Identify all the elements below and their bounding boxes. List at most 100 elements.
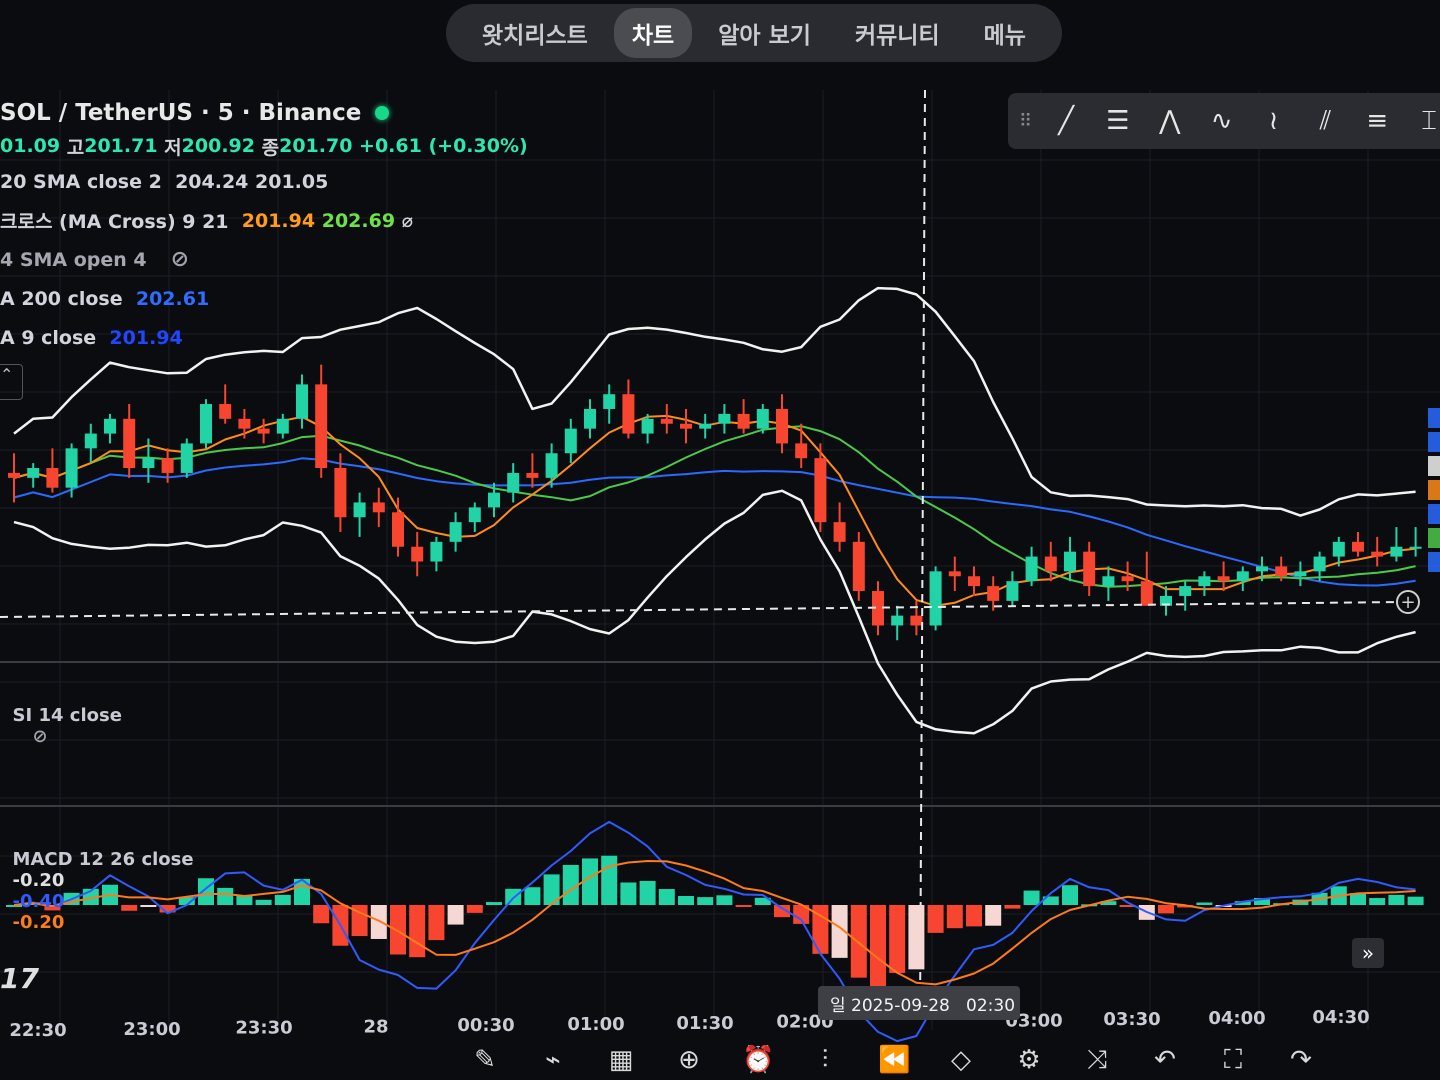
candle-body xyxy=(660,418,673,424)
add-icon[interactable]: ⊕ xyxy=(674,1045,704,1075)
macd-histogram-bar xyxy=(620,882,637,905)
macd-histogram-bar xyxy=(1407,896,1424,905)
hide-values-icon[interactable]: ⌀ xyxy=(402,210,413,232)
macd-histogram-bar xyxy=(850,905,867,978)
macd-histogram-bar xyxy=(1158,905,1174,914)
candle-body xyxy=(1275,566,1288,577)
candle-body xyxy=(315,384,328,469)
drag-handle-icon[interactable]: ⠿ xyxy=(1018,111,1033,132)
crosshair-horizontal xyxy=(0,601,1401,618)
macd-line xyxy=(13,820,1416,1043)
tab-menu[interactable]: 메뉴 xyxy=(966,8,1044,58)
x-tick-label: 04:00 xyxy=(1208,1008,1265,1029)
x-tick-label: 23:30 xyxy=(235,1018,292,1039)
more-icon[interactable]: ⌶ xyxy=(1410,106,1440,137)
x-tick-label: 28 xyxy=(363,1016,388,1037)
macross-row[interactable]: 크로스 (MA Cross) 9 21 201.94 202.69 ⌀ xyxy=(0,201,528,240)
horizontal-lines-icon[interactable]: ☰ xyxy=(1099,106,1137,136)
redo-icon[interactable]: ↷ xyxy=(1286,1045,1316,1075)
price-scale-marker xyxy=(1428,528,1440,548)
compare-icon[interactable]: ⤨ xyxy=(1082,1045,1112,1076)
tab-watchlist[interactable]: 왓치리스트 xyxy=(464,8,606,58)
sma20-value-2: 201.05 xyxy=(255,170,329,193)
alarm-icon[interactable]: ⏰ xyxy=(742,1045,774,1075)
macd-histogram-bar xyxy=(639,880,656,905)
rsi-hidden-eye-icon[interactable]: ⊘ xyxy=(33,726,48,747)
macd-legend[interactable]: MACD 12 26 close -0.20 -0.40 -0.20 xyxy=(0,828,200,933)
symbol-row[interactable]: SOL / TetherUS · 5 · Binance xyxy=(0,96,528,130)
brush-icon[interactable]: ✎ xyxy=(470,1045,500,1075)
x-tick-label: 23:00 xyxy=(123,1019,180,1040)
trend-line-icon[interactable]: ╱ xyxy=(1047,106,1085,136)
parallel-channel-icon[interactable]: ⫽ xyxy=(1306,106,1344,137)
layout-icon[interactable]: ▦ xyxy=(606,1045,636,1075)
candle-body xyxy=(1217,576,1230,582)
macd-histogram-bar xyxy=(370,905,387,939)
bottom-toolbar: ✎ ⌁ ▦ ⊕ ⏰ ⫶ ⏪ ◇ ⚙ ⤨ ↶ ⛶ ↷ xyxy=(470,1040,1440,1080)
scroll-to-latest-button[interactable]: » xyxy=(1352,938,1384,968)
ohlc-row: 01.09 고 201.71 저 200.92 종 201.70 +0.61 (… xyxy=(0,130,528,162)
candle-body xyxy=(180,443,193,473)
replay-icon[interactable]: ⏪ xyxy=(878,1045,910,1075)
symbol-title: SOL / TetherUS · 5 · Binance xyxy=(0,100,362,126)
macd-histogram-bar xyxy=(716,895,733,905)
macd-histogram-bar xyxy=(447,905,464,925)
sma4-label: 4 SMA open 4 xyxy=(0,248,147,271)
candle-type-icon[interactable]: ⫶ xyxy=(810,1045,840,1076)
layers-icon[interactable]: ◇ xyxy=(946,1045,976,1075)
candle-body xyxy=(1294,571,1307,577)
candle-body xyxy=(1332,541,1345,557)
candle-body xyxy=(545,453,558,478)
indicator-icon[interactable]: ⌁ xyxy=(538,1045,568,1075)
ohlc-high: 201.71 xyxy=(84,135,158,157)
macd-histogram-bar xyxy=(966,905,982,927)
candle-body xyxy=(987,586,1000,601)
candle-body xyxy=(488,492,500,508)
ma9-value: 201.94 xyxy=(109,326,183,349)
candle-body xyxy=(8,472,20,478)
fib-icon[interactable]: ≡ xyxy=(1358,106,1396,136)
elliott-wave-icon[interactable]: ∿ xyxy=(1203,106,1241,136)
candle-body xyxy=(219,404,232,419)
candle-body xyxy=(1371,551,1384,557)
macd-histogram-bar xyxy=(985,905,1002,926)
tradingview-logo[interactable]: 17 xyxy=(0,962,39,995)
macd-histogram-bar xyxy=(217,887,234,905)
ma200-row[interactable]: A 200 close 202.61 xyxy=(0,279,528,318)
ohlc-open: 01.09 xyxy=(0,135,61,157)
candle-body xyxy=(142,458,155,469)
candle-body xyxy=(1102,576,1115,587)
macd-histogram-bar xyxy=(735,905,752,907)
macd-value-2: -0.40 xyxy=(12,891,65,912)
undo-icon[interactable]: ↶ xyxy=(1150,1045,1180,1075)
add-alert-plus-icon[interactable]: + xyxy=(1396,590,1420,614)
candle-body xyxy=(756,408,769,429)
sma4-row[interactable]: 4 SMA open 4 ⊘ xyxy=(0,240,528,279)
collapse-legend-button[interactable]: ⌃ xyxy=(0,364,23,400)
settings-icon[interactable]: ⚙ xyxy=(1014,1045,1044,1075)
macd-histogram-bar xyxy=(313,905,330,924)
candle-body xyxy=(1390,546,1403,557)
sma20-row[interactable]: 20 SMA close 2 204.24 201.05 xyxy=(0,162,528,201)
macd-histogram-bar xyxy=(274,894,291,905)
candle-body xyxy=(1064,551,1076,572)
tab-community[interactable]: 커뮤니티 xyxy=(837,8,958,58)
tab-chart[interactable]: 차트 xyxy=(613,8,693,58)
macd-histogram-bar xyxy=(697,897,714,905)
candle-body xyxy=(46,468,59,488)
price-scale-marker xyxy=(1428,456,1440,476)
fullscreen-icon[interactable]: ⛶ xyxy=(1218,1045,1248,1076)
candle-body xyxy=(814,458,827,523)
candle-body xyxy=(161,458,174,473)
hidden-eye-icon[interactable]: ⊘ xyxy=(171,247,189,272)
ma9-row[interactable]: A 9 close 201.94 xyxy=(0,318,528,357)
rsi-legend[interactable]: SI 14 close ⊘ xyxy=(0,684,122,747)
macd-histogram-bar xyxy=(889,905,906,973)
pattern-icon[interactable]: ⋀ xyxy=(1151,106,1189,136)
tab-explore[interactable]: 알아 보기 xyxy=(700,8,829,58)
candle-body xyxy=(296,384,308,419)
macd-histogram-bar xyxy=(678,896,694,905)
abcd-icon[interactable]: ≀ xyxy=(1255,106,1293,136)
ma200-value: 202.61 xyxy=(135,287,210,310)
candle-body xyxy=(680,423,692,429)
